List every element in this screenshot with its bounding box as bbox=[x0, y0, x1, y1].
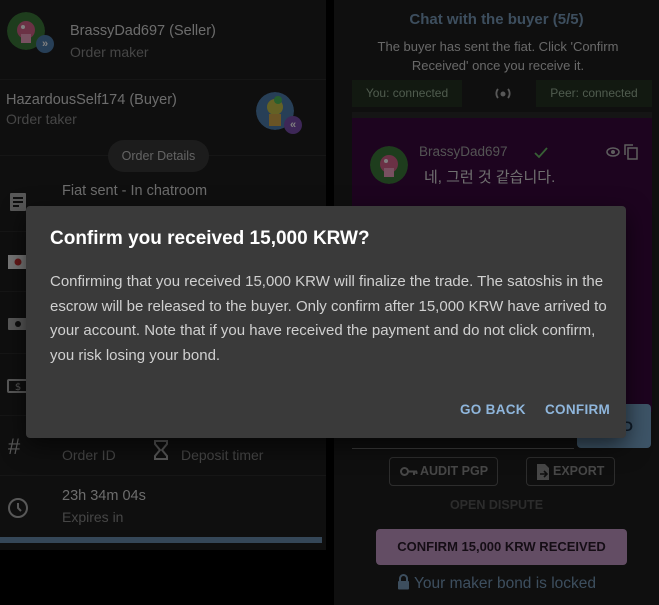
dialog-title: Confirm you received 15,000 KRW? bbox=[50, 228, 370, 249]
go-back-button[interactable]: GO BACK bbox=[460, 402, 526, 417]
dialog-body: Confirming that you received 15,000 KRW … bbox=[50, 273, 607, 364]
confirm-button[interactable]: CONFIRM bbox=[545, 402, 610, 417]
app-root: » BrassyDad697 (Seller) Order maker Haza… bbox=[0, 0, 659, 605]
confirm-dialog: Confirm you received 15,000 KRW? Confirm… bbox=[26, 206, 626, 438]
